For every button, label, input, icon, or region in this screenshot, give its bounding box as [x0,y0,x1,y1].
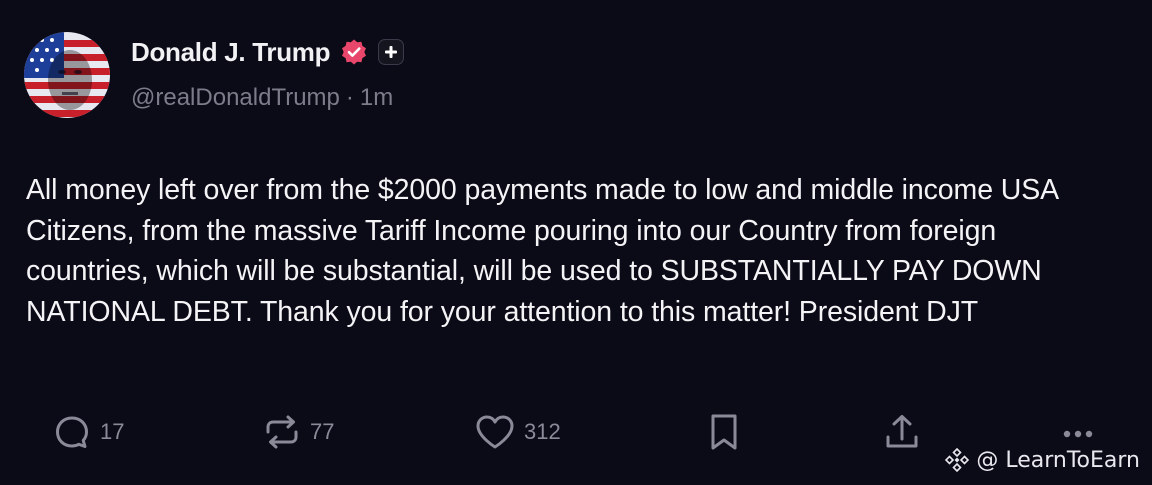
like-button[interactable]: 312 [474,408,561,456]
watermark-text: @ LearnToEarn [976,447,1140,473]
author-name-row: Donald J. Trump [131,34,405,70]
binance-logo-icon [945,447,970,473]
repost-icon [266,415,298,449]
post-timestamp[interactable]: 1m [360,84,393,112]
post-card: Donald J. Trump @realDonaldTrump · 1m Al… [0,0,1152,485]
plus-icon[interactable] [378,39,405,65]
repost-button[interactable]: 77 [262,408,334,456]
bookmark-button[interactable] [704,408,744,456]
reply-icon [56,416,88,448]
like-count: 312 [524,419,561,444]
author-meta-row: @realDonaldTrump · 1m [131,84,393,112]
display-name[interactable]: Donald J. Trump [131,37,330,68]
share-icon [886,415,918,448]
watermark: @ LearnToEarn [944,447,1140,473]
avatar[interactable] [24,32,110,118]
repost-count: 77 [310,419,335,444]
more-icon [1063,430,1093,438]
post-text: All money left over from the $2000 payme… [26,174,1058,328]
author-handle[interactable]: @realDonaldTrump [131,84,340,112]
reply-count: 17 [100,419,125,444]
verified-badge-icon [340,38,368,66]
avatar-image [24,32,110,118]
meta-separator: · [345,84,354,111]
share-button[interactable] [882,408,922,456]
like-icon [476,415,514,449]
bookmark-icon [711,414,737,450]
reply-button[interactable]: 17 [52,408,124,456]
